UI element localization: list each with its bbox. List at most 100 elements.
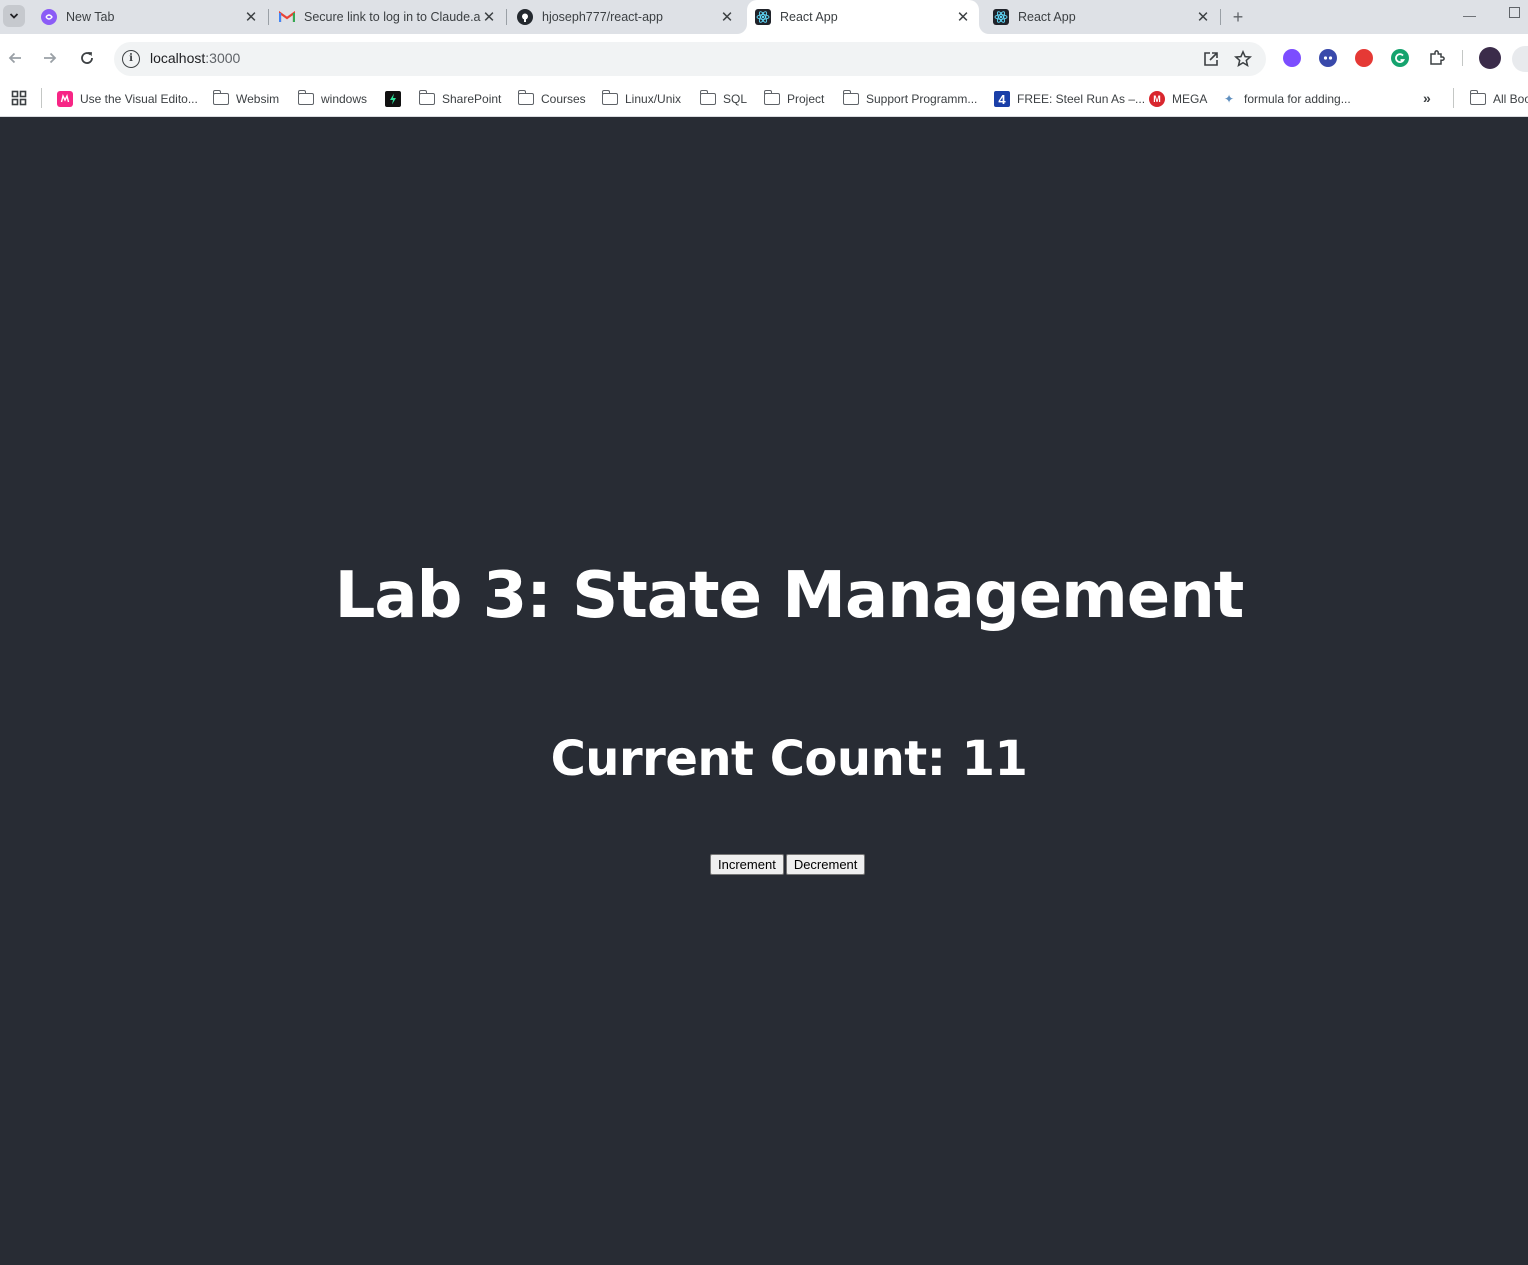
profile-menu-button[interactable]: [1512, 46, 1528, 72]
bookmark-label: Linux/Unix: [625, 92, 682, 106]
reload-button[interactable]: [73, 44, 101, 72]
four-icon: 4: [994, 91, 1010, 107]
bookmark-mega[interactable]: M MEGA: [1149, 88, 1207, 110]
extension-stack-icon[interactable]: [1355, 49, 1373, 67]
react-icon: [755, 9, 771, 25]
page-title: Lab 3: State Management: [334, 559, 1245, 633]
tab-title: New Tab: [66, 10, 115, 24]
miro-icon: [57, 91, 73, 107]
tab-search-button[interactable]: [3, 5, 25, 27]
folder-icon: [842, 90, 859, 107]
tab-new-tab[interactable]: New Tab ✕: [33, 0, 267, 34]
bookmark-folder-linux-unix[interactable]: Linux/Unix: [601, 88, 682, 110]
bookmark-folder-support-programm[interactable]: Support Programm...: [842, 88, 978, 110]
bookmark-label: SQL: [723, 92, 748, 106]
close-icon[interactable]: ✕: [719, 8, 735, 26]
tab-divider: [268, 9, 269, 25]
mega-icon: M: [1149, 91, 1165, 107]
react-icon: [993, 9, 1009, 25]
bookmark-folder-sharepoint[interactable]: SharePoint: [418, 88, 502, 110]
gmail-icon: [279, 9, 295, 25]
tab-title: React App: [780, 10, 838, 24]
close-icon[interactable]: ✕: [955, 8, 971, 26]
bookmark-label: Support Programm...: [866, 92, 978, 106]
bookmark-label: windows: [321, 92, 368, 106]
page-viewport: Lab 3: State Management Current Count: 1…: [0, 117, 1528, 1265]
github-icon: [517, 9, 533, 25]
bookmark-folder-websim[interactable]: Websim: [212, 88, 280, 110]
tab-title: React App: [1018, 10, 1076, 24]
open-in-app-icon[interactable]: [1202, 50, 1220, 68]
tab-strip: New Tab ✕ Secure link to log in to Claud…: [0, 0, 1528, 34]
browser-toolbar: i localhost:3000: [0, 34, 1528, 82]
current-count-heading: Current Count: 11: [0, 731, 1528, 787]
increment-button[interactable]: Increment: [710, 854, 784, 875]
folder-icon: [517, 90, 534, 107]
bookmark-bolt[interactable]: [385, 88, 408, 110]
bookmark-formula[interactable]: ✦ formula for adding...: [1221, 88, 1351, 110]
bookmarks-divider: [1453, 88, 1454, 108]
bookmark-label: MEGA: [1172, 92, 1208, 106]
bookmark-folder-courses[interactable]: Courses: [517, 88, 586, 110]
extension-ghost-icon[interactable]: [1319, 49, 1337, 67]
bookmark-folder-windows[interactable]: windows: [297, 88, 368, 110]
folder-icon: [699, 90, 716, 107]
tab-divider: [506, 9, 507, 25]
folder-icon: [601, 90, 618, 107]
arrow-left-icon: [8, 52, 21, 64]
tab-divider: [1220, 9, 1221, 25]
extension-compass-icon[interactable]: [1283, 49, 1301, 67]
forward-button[interactable]: [36, 44, 64, 72]
bookmark-label: Courses: [541, 92, 586, 106]
tab-react-app-active[interactable]: React App ✕: [747, 0, 979, 34]
bookmark-folder-project[interactable]: Project: [763, 88, 825, 110]
site-info-icon[interactable]: i: [122, 50, 140, 68]
bookmark-label: Project: [787, 92, 825, 106]
bookmark-label: Websim: [236, 92, 280, 106]
bookmark-folder-sql[interactable]: SQL: [699, 88, 748, 110]
chevron-double-right-icon[interactable]: »: [1423, 90, 1431, 106]
bookmark-label: FREE: Steel Run As –...: [1017, 92, 1146, 106]
close-icon[interactable]: ✕: [481, 8, 497, 26]
tab-gmail[interactable]: Secure link to log in to Claude.ai ✕: [271, 0, 505, 34]
bookmark-steel-run[interactable]: 4 FREE: Steel Run As –...: [994, 88, 1145, 110]
extensions-puzzle-icon[interactable]: [1428, 49, 1446, 67]
bookmark-label: formula for adding...: [1244, 92, 1351, 106]
folder-icon: [212, 90, 229, 107]
bookmark-visual-editor[interactable]: Use the Visual Edito...: [57, 88, 198, 110]
url-host: localhost: [150, 50, 206, 66]
bolt-icon: [385, 91, 401, 107]
count-value: 11: [961, 731, 1028, 787]
bookmark-label: All Boo: [1493, 92, 1528, 106]
toolbar-divider: [1462, 50, 1463, 66]
address-bar-url[interactable]: localhost:3000: [150, 50, 240, 66]
count-label: Current Count:: [550, 731, 962, 787]
apps-grid-icon[interactable]: [11, 90, 27, 106]
bookmarks-divider: [41, 88, 42, 108]
counter-controls: Increment Decrement: [710, 854, 866, 875]
folder-icon: [763, 90, 780, 107]
bookmark-label: Use the Visual Edito...: [80, 92, 198, 106]
bookmark-star-icon[interactable]: [1234, 50, 1252, 68]
arrow-right-icon: [44, 52, 57, 64]
bookmark-folder-all-bookmarks[interactable]: All Boo: [1469, 88, 1528, 110]
sparkle-icon: ✦: [1223, 92, 1235, 106]
bookmark-label: SharePoint: [442, 92, 502, 106]
grammarly-icon[interactable]: [1391, 49, 1409, 67]
tab-react-app[interactable]: React App ✕: [985, 0, 1219, 34]
address-bar[interactable]: i localhost:3000: [114, 42, 1266, 76]
new-tab-icon: [41, 9, 57, 25]
folder-icon: [297, 90, 314, 107]
back-button[interactable]: [1, 44, 29, 72]
decrement-button[interactable]: Decrement: [785, 854, 866, 875]
chevron-down-icon: [9, 13, 19, 19]
tab-github[interactable]: hjoseph777/react-app ✕: [509, 0, 743, 34]
minimize-icon[interactable]: —: [1463, 8, 1476, 23]
new-tab-button[interactable]: +: [1229, 6, 1247, 28]
close-icon[interactable]: ✕: [243, 8, 259, 26]
close-icon[interactable]: ✕: [1195, 8, 1211, 26]
maximize-icon[interactable]: [1509, 7, 1520, 18]
folder-icon: [1469, 90, 1486, 107]
profile-avatar[interactable]: [1479, 47, 1501, 69]
reload-icon: [81, 52, 93, 64]
